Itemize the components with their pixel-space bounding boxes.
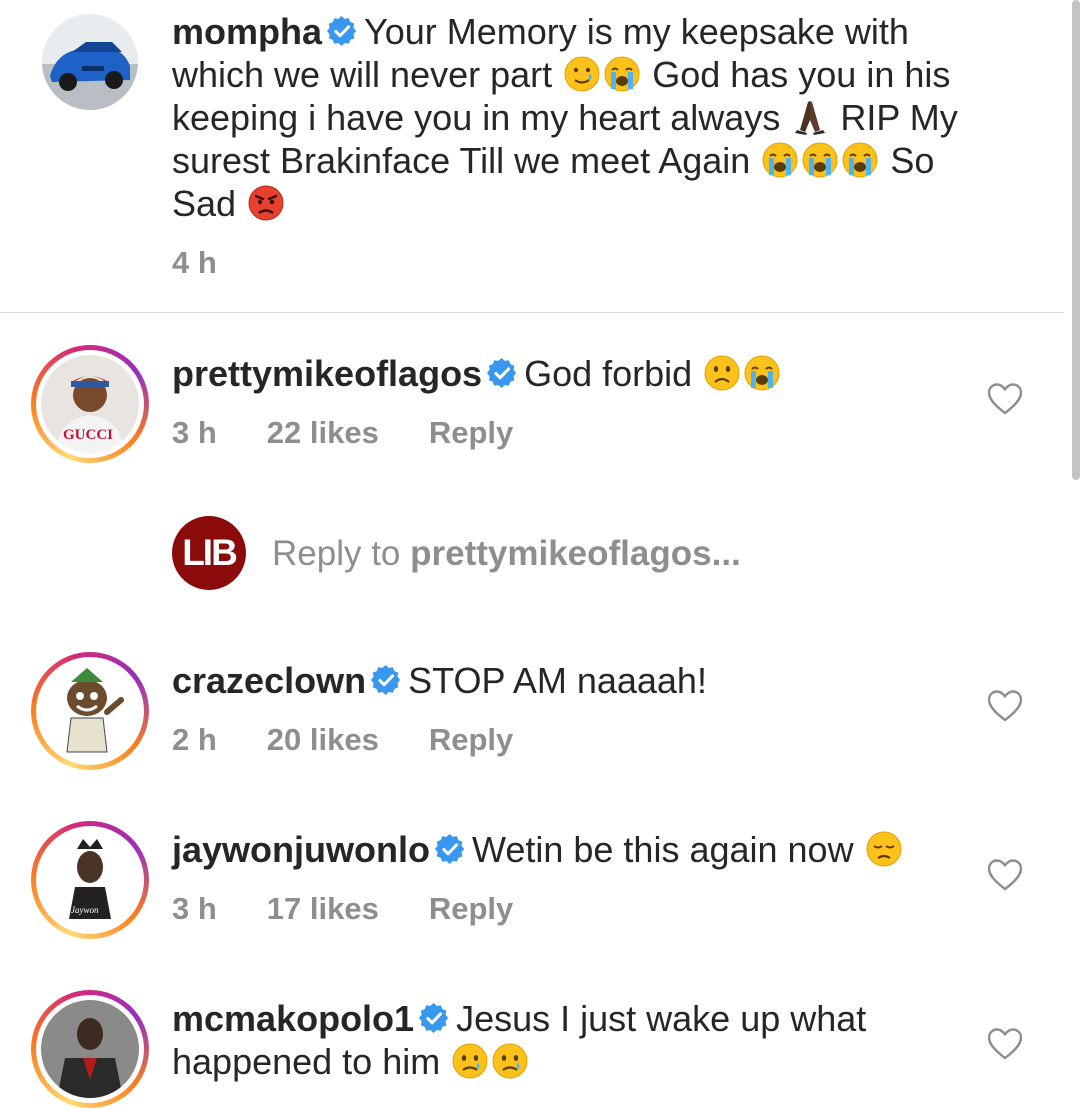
person-photo-icon: [41, 1000, 139, 1098]
person-with-crown-icon: Jaywon: [41, 831, 139, 929]
folded-hands-icon: [795, 101, 826, 135]
avatar-jaywonjuwonlo: Jaywon: [41, 831, 139, 929]
avatar-story-ring[interactable]: [31, 990, 149, 1108]
comment-username[interactable]: jaywonjuwonlo: [172, 829, 430, 870]
person-photo-icon: GUCCI: [41, 355, 139, 453]
loudly-crying-face-icon: [762, 142, 799, 178]
avatar-crazeclown: [41, 662, 139, 760]
avatar-story-ring[interactable]: GUCCI: [31, 345, 149, 463]
reply-button[interactable]: Reply: [429, 891, 513, 926]
crying-face-icon: [452, 1042, 489, 1080]
loudly-crying-face-icon: [604, 56, 641, 92]
avatar-story-ring[interactable]: [31, 652, 149, 770]
lib-avatar-logo: LIB: [172, 516, 246, 590]
comment-likes[interactable]: 22 likes: [267, 415, 379, 450]
avatar-prettymikeoflagos: GUCCI: [41, 355, 139, 453]
like-heart-icon[interactable]: [988, 690, 1022, 722]
angry-face-icon: [247, 184, 285, 222]
comment-username[interactable]: prettymikeoflagos: [172, 353, 482, 394]
comment-meta: 3 h 22 likes Reply: [172, 415, 563, 451]
comment-username[interactable]: mcmakopolo1: [172, 998, 414, 1039]
cartoon-character-icon: [41, 662, 139, 760]
comment-time: 3 h: [172, 415, 217, 450]
svg-text:Jaywon: Jaywon: [71, 905, 99, 915]
comment-likes[interactable]: 17 likes: [267, 891, 379, 926]
caption-time: 4 h: [172, 245, 217, 280]
verified-badge-icon: [434, 834, 466, 866]
verified-badge-icon: [326, 16, 358, 48]
loudly-crying-face-icon: [802, 142, 839, 178]
frowning-face-icon: [704, 354, 741, 392]
comment-text: crazeclown STOP AM naaaah!: [172, 659, 952, 702]
comment-body: STOP AM naaaah!: [408, 660, 707, 701]
comment-text: mcmakopolo1 Jesus I just wake up what hap…: [172, 997, 952, 1083]
verified-badge-icon: [418, 1003, 450, 1035]
comment-time: 2 h: [172, 722, 217, 757]
scrollbar[interactable]: [1072, 0, 1080, 480]
avatar-mcmakopolo1: [41, 1000, 139, 1098]
verified-badge-icon: [370, 665, 402, 697]
caption-meta: 4 h: [172, 245, 267, 281]
avatar-mompha[interactable]: [42, 14, 138, 110]
reply-target-username: prettymikeoflagos...: [410, 534, 741, 573]
reply-input-placeholder[interactable]: Reply to prettymikeoflagos...: [272, 534, 741, 574]
loudly-crying-face-icon: [842, 142, 879, 178]
comment-meta: 3 h 17 likes Reply: [172, 891, 563, 927]
loudly-crying-face-icon: [744, 355, 781, 391]
caption-block: mompha Your Memory is my keepsake with wh…: [0, 0, 1064, 313]
svg-text:GUCCI: GUCCI: [63, 427, 113, 443]
comment-body: God forbid: [524, 353, 693, 394]
crying-face-icon: [492, 1042, 529, 1080]
reply-button[interactable]: Reply: [429, 722, 513, 757]
disappointed-face-icon: [865, 830, 902, 868]
comment-text: prettymikeoflagos God forbid: [172, 352, 952, 395]
reply-prefix: Reply to: [272, 534, 411, 573]
comment-time: 3 h: [172, 891, 217, 926]
caption-text: mompha Your Memory is my keepsake with wh…: [172, 10, 1002, 225]
caption-username[interactable]: mompha: [172, 11, 322, 52]
comment-body: Wetin be this again now: [472, 829, 854, 870]
avatar-story-ring[interactable]: Jaywon: [31, 821, 149, 939]
verified-badge-icon: [486, 358, 518, 390]
comment-username[interactable]: crazeclown: [172, 660, 366, 701]
like-heart-icon[interactable]: [988, 859, 1022, 891]
comment-meta: 2 h 20 likes Reply: [172, 722, 563, 758]
car-photo-icon: [42, 14, 138, 110]
smiling-face-with-tear-icon: [564, 55, 601, 93]
comment-likes[interactable]: 20 likes: [267, 722, 379, 757]
like-heart-icon[interactable]: [988, 1028, 1022, 1060]
reply-button[interactable]: Reply: [429, 415, 513, 450]
comment-text: jaywonjuwonlo Wetin be this again now: [172, 828, 952, 871]
like-heart-icon[interactable]: [988, 383, 1022, 415]
